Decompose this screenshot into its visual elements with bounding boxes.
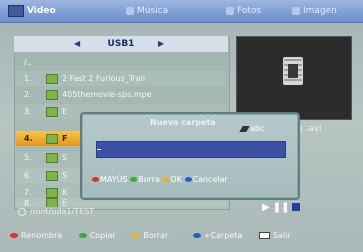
file-icon bbox=[46, 89, 58, 100]
dialog-title: Nueva carpeta bbox=[150, 118, 216, 127]
path-bar: /mnt/uda1/TEST bbox=[14, 206, 232, 218]
tab-photo[interactable]: Fotos bbox=[226, 0, 261, 22]
input-mode-indicator: abc bbox=[239, 124, 265, 133]
prev-source-icon[interactable]: ◀ bbox=[74, 36, 80, 52]
file-icon bbox=[46, 133, 58, 144]
ok-hint[interactable]: OK bbox=[162, 175, 182, 184]
text-caret bbox=[97, 149, 101, 150]
list-item-number: 4. bbox=[24, 134, 33, 143]
list-item-name: E bbox=[62, 107, 68, 116]
video-icon bbox=[8, 4, 24, 17]
blue-key-icon bbox=[192, 233, 201, 238]
path-text: /mnt/uda1/TEST bbox=[30, 207, 95, 216]
delete-legend-hint[interactable]: Borrar bbox=[132, 229, 168, 243]
path-icon bbox=[18, 207, 26, 216]
list-item-up-dir[interactable]: /.. bbox=[16, 55, 226, 70]
list-item-number: 3. bbox=[24, 107, 32, 116]
tab-video-label: Video bbox=[27, 6, 56, 16]
list-item-number: 6. bbox=[24, 171, 32, 180]
tab-image[interactable]: Imagen bbox=[292, 0, 337, 22]
input-mode-label: abc bbox=[250, 124, 265, 133]
list-item-name: 405themovie-sps.mpe bbox=[62, 90, 152, 99]
list-item-name: S bbox=[62, 171, 68, 180]
bottom-key-legend: Renombra Copiar Borrar +Carpeta Salir bbox=[10, 229, 360, 243]
film-icon bbox=[283, 57, 303, 85]
list-item-name: F bbox=[62, 134, 68, 143]
pause-icon[interactable]: ❚❚ bbox=[273, 202, 290, 213]
new-folder-hint[interactable]: +Carpeta bbox=[192, 229, 242, 243]
image-icon bbox=[292, 6, 300, 15]
list-item-name: 2 Fast 2 Furious_Trail bbox=[62, 74, 146, 83]
list-item-number: 1. bbox=[24, 74, 32, 83]
music-icon bbox=[126, 6, 134, 15]
exit-key-icon bbox=[258, 232, 270, 239]
list-item-name: K bbox=[62, 188, 68, 197]
list-item[interactable]: 2. 405themovie-sps.mpe bbox=[16, 87, 226, 102]
cancel-hint[interactable]: Cancelar bbox=[184, 175, 228, 184]
green-key-icon bbox=[78, 233, 87, 238]
photo-icon bbox=[226, 6, 234, 15]
yellow-key-icon bbox=[162, 177, 170, 182]
file-icon bbox=[46, 73, 58, 84]
file-icon bbox=[46, 152, 58, 163]
yellow-key-icon bbox=[132, 233, 141, 238]
red-key-icon bbox=[10, 233, 18, 238]
file-icon bbox=[46, 187, 58, 198]
file-icon bbox=[46, 170, 58, 181]
file-icon bbox=[46, 106, 58, 117]
folder-name-input[interactable] bbox=[96, 141, 286, 158]
delete-hint[interactable]: Borra bbox=[130, 175, 160, 184]
rename-hint[interactable]: Renombra bbox=[10, 229, 62, 243]
red-key-icon bbox=[92, 177, 99, 182]
up-dir-label: /.. bbox=[24, 58, 32, 67]
stop-icon[interactable] bbox=[292, 203, 301, 211]
playback-controls: ▶ ❚❚ bbox=[262, 202, 303, 213]
blue-key-icon bbox=[184, 177, 192, 182]
source-selector[interactable]: ◀ USB1 ▶ bbox=[14, 36, 228, 52]
next-source-icon[interactable]: ▶ bbox=[158, 36, 164, 52]
list-item-name: S bbox=[62, 153, 68, 162]
play-icon[interactable]: ▶ bbox=[262, 202, 270, 213]
tab-image-label: Imagen bbox=[303, 6, 337, 16]
list-item-number: 2. bbox=[24, 90, 32, 99]
exit-hint[interactable]: Salir bbox=[258, 229, 291, 243]
tab-photo-label: Fotos bbox=[237, 6, 262, 16]
tab-music[interactable]: Música bbox=[126, 0, 168, 22]
green-key-icon bbox=[130, 177, 138, 182]
list-item-number: 5. bbox=[24, 153, 32, 162]
dialog-key-hints: MAYÚS Borra OK Cancelar bbox=[92, 175, 228, 184]
pencil-icon bbox=[239, 125, 250, 132]
shift-hint[interactable]: MAYÚS bbox=[92, 175, 128, 184]
tab-video[interactable]: Video bbox=[8, 0, 56, 22]
source-label: USB1 bbox=[107, 39, 135, 49]
list-item[interactable]: 1. 2 Fast 2 Furious_Trail bbox=[16, 71, 226, 86]
copy-hint[interactable]: Copiar bbox=[78, 229, 116, 243]
tab-music-label: Música bbox=[137, 6, 169, 16]
